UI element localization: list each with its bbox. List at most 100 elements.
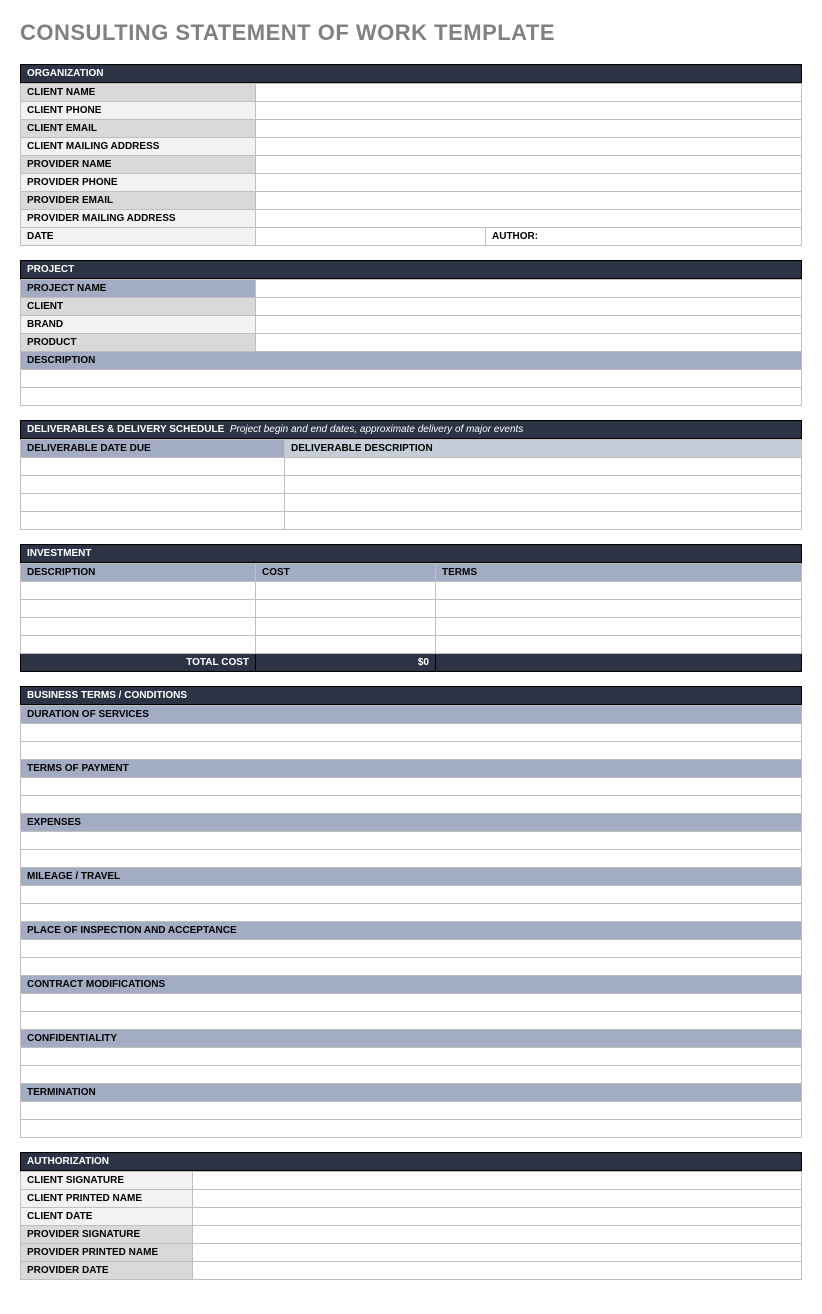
col-inv-terms: TERMS	[436, 564, 802, 582]
project-header: PROJECT	[20, 260, 802, 279]
inv-row4-desc[interactable]	[21, 636, 256, 654]
authorization-header: AUTHORIZATION	[20, 1152, 802, 1171]
label-confidentiality: CONFIDENTIALITY	[21, 1030, 802, 1048]
label-provider-sig: PROVIDER SIGNATURE	[21, 1226, 193, 1244]
input-brand[interactable]	[256, 316, 802, 334]
label-client-mailing: CLIENT MAILING ADDRESS	[21, 138, 256, 156]
deliverables-section: DELIVERABLES & DELIVERY SCHEDULE Project…	[20, 420, 802, 530]
deliv-row4-due[interactable]	[21, 512, 285, 530]
input-confidentiality-2[interactable]	[21, 1066, 802, 1084]
business-terms-section: BUSINESS TERMS / CONDITIONS DURATION OF …	[20, 686, 802, 1138]
label-terms-payment: TERMS OF PAYMENT	[21, 760, 802, 778]
deliv-row2-desc[interactable]	[285, 476, 802, 494]
inv-row2-desc[interactable]	[21, 600, 256, 618]
input-provider-email[interactable]	[256, 192, 802, 210]
input-place-1[interactable]	[21, 940, 802, 958]
input-confidentiality-1[interactable]	[21, 1048, 802, 1066]
inv-row2-cost[interactable]	[256, 600, 436, 618]
input-provider-mailing[interactable]	[256, 210, 802, 228]
col-deliverable-due: DELIVERABLE DATE DUE	[21, 440, 285, 458]
organization-section: ORGANIZATION CLIENT NAME CLIENT PHONE CL…	[20, 64, 802, 246]
input-provider-printed[interactable]	[193, 1244, 802, 1262]
input-client[interactable]	[256, 298, 802, 316]
input-expenses-2[interactable]	[21, 850, 802, 868]
input-place-2[interactable]	[21, 958, 802, 976]
label-client-name: CLIENT NAME	[21, 84, 256, 102]
total-cost-blank	[436, 654, 802, 672]
input-provider-date[interactable]	[193, 1262, 802, 1280]
inv-row3-desc[interactable]	[21, 618, 256, 636]
inv-row1-desc[interactable]	[21, 582, 256, 600]
label-client-printed: CLIENT PRINTED NAME	[21, 1190, 193, 1208]
label-provider-name: PROVIDER NAME	[21, 156, 256, 174]
input-expenses-1[interactable]	[21, 832, 802, 850]
input-mileage-2[interactable]	[21, 904, 802, 922]
label-duration: DURATION OF SERVICES	[21, 706, 802, 724]
inv-row1-terms[interactable]	[436, 582, 802, 600]
input-client-name[interactable]	[256, 84, 802, 102]
input-termination-1[interactable]	[21, 1102, 802, 1120]
label-client: CLIENT	[21, 298, 256, 316]
col-deliverable-desc: DELIVERABLE DESCRIPTION	[285, 440, 802, 458]
inv-row3-terms[interactable]	[436, 618, 802, 636]
label-place: PLACE OF INSPECTION AND ACCEPTANCE	[21, 922, 802, 940]
label-provider-date: PROVIDER DATE	[21, 1262, 193, 1280]
inv-row2-terms[interactable]	[436, 600, 802, 618]
deliv-row1-desc[interactable]	[285, 458, 802, 476]
input-terms-payment-2[interactable]	[21, 796, 802, 814]
deliverables-header-label: DELIVERABLES & DELIVERY SCHEDULE	[27, 424, 224, 435]
inv-row3-cost[interactable]	[256, 618, 436, 636]
label-date: DATE	[21, 228, 256, 246]
investment-header: INVESTMENT	[20, 544, 802, 563]
total-cost-value: $0	[256, 654, 436, 672]
label-project-name: PROJECT NAME	[21, 280, 256, 298]
input-mileage-1[interactable]	[21, 886, 802, 904]
input-description-line1[interactable]	[21, 370, 802, 388]
deliv-row3-desc[interactable]	[285, 494, 802, 512]
label-provider-printed: PROVIDER PRINTED NAME	[21, 1244, 193, 1262]
input-date[interactable]	[256, 228, 486, 246]
deliv-row4-desc[interactable]	[285, 512, 802, 530]
input-project-name[interactable]	[256, 280, 802, 298]
deliverables-header-note: Project begin and end dates, approximate…	[230, 424, 524, 435]
input-duration-2[interactable]	[21, 742, 802, 760]
col-inv-desc: DESCRIPTION	[21, 564, 256, 582]
label-client-email: CLIENT EMAIL	[21, 120, 256, 138]
input-provider-sig[interactable]	[193, 1226, 802, 1244]
input-termination-2[interactable]	[21, 1120, 802, 1138]
deliverables-table: DELIVERABLE DATE DUE DELIVERABLE DESCRIP…	[20, 439, 802, 530]
input-provider-name[interactable]	[256, 156, 802, 174]
deliverables-header: DELIVERABLES & DELIVERY SCHEDULE Project…	[20, 420, 802, 439]
label-mileage: MILEAGE / TRAVEL	[21, 868, 802, 886]
inv-row4-cost[interactable]	[256, 636, 436, 654]
input-contract-mod-2[interactable]	[21, 1012, 802, 1030]
investment-table: DESCRIPTION COST TERMS TOTAL COST $0	[20, 563, 802, 672]
input-client-sig[interactable]	[193, 1172, 802, 1190]
label-provider-phone: PROVIDER PHONE	[21, 174, 256, 192]
input-client-email[interactable]	[256, 120, 802, 138]
label-client-sig: CLIENT SIGNATURE	[21, 1172, 193, 1190]
input-client-mailing[interactable]	[256, 138, 802, 156]
input-client-phone[interactable]	[256, 102, 802, 120]
inv-row4-terms[interactable]	[436, 636, 802, 654]
deliv-row1-due[interactable]	[21, 458, 285, 476]
label-author[interactable]: AUTHOR:	[486, 228, 802, 246]
input-client-printed[interactable]	[193, 1190, 802, 1208]
input-terms-payment-1[interactable]	[21, 778, 802, 796]
input-provider-phone[interactable]	[256, 174, 802, 192]
deliv-row2-due[interactable]	[21, 476, 285, 494]
total-cost-label: TOTAL COST	[21, 654, 256, 672]
business-terms-header: BUSINESS TERMS / CONDITIONS	[20, 686, 802, 705]
inv-row1-cost[interactable]	[256, 582, 436, 600]
organization-table: CLIENT NAME CLIENT PHONE CLIENT EMAIL CL…	[20, 83, 802, 246]
input-product[interactable]	[256, 334, 802, 352]
business-terms-table: DURATION OF SERVICES TERMS OF PAYMENT EX…	[20, 705, 802, 1138]
label-expenses: EXPENSES	[21, 814, 802, 832]
input-duration-1[interactable]	[21, 724, 802, 742]
deliv-row3-due[interactable]	[21, 494, 285, 512]
input-client-date[interactable]	[193, 1208, 802, 1226]
label-provider-mailing: PROVIDER MAILING ADDRESS	[21, 210, 256, 228]
page-title: CONSULTING STATEMENT OF WORK TEMPLATE	[20, 20, 802, 46]
input-description-line2[interactable]	[21, 388, 802, 406]
input-contract-mod-1[interactable]	[21, 994, 802, 1012]
